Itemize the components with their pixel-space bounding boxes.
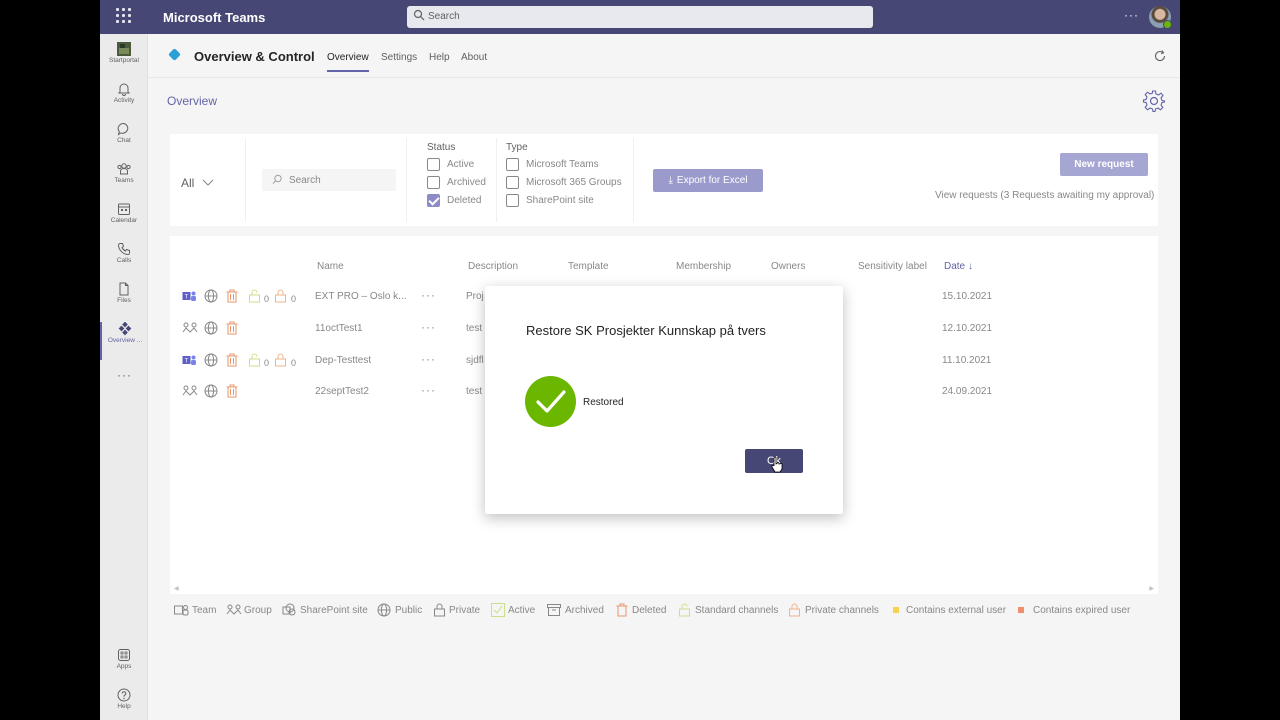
dialog-status-text: Restored <box>583 397 624 408</box>
checkmark-icon <box>536 390 566 413</box>
teams-window: Microsoft Teams Search ··· Startportal A… <box>100 0 1180 720</box>
dialog-overlay: Restore SK Prosjekter Kunnskap på tvers … <box>100 0 1180 720</box>
success-check-icon <box>525 376 576 427</box>
dialog-title: Restore SK Prosjekter Kunnskap på tvers <box>526 323 766 338</box>
hand-cursor-icon <box>771 457 783 473</box>
restore-dialog: Restore SK Prosjekter Kunnskap på tvers … <box>485 286 843 514</box>
